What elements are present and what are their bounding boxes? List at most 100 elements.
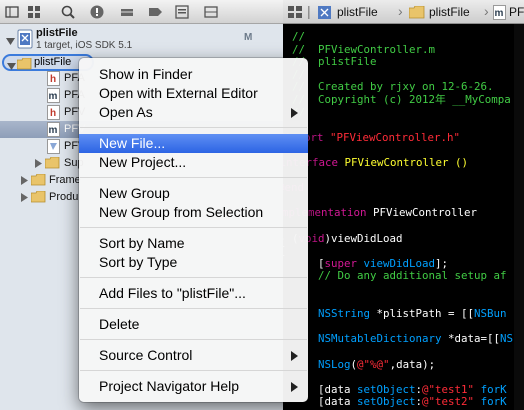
menu-item-new-project[interactable]: New Project... — [79, 153, 308, 172]
grid-icon[interactable] — [287, 5, 305, 19]
menu-item-delete[interactable]: Delete — [79, 315, 308, 334]
jump-bar-item[interactable]: plistFile — [337, 5, 378, 19]
context-menu: Show in Finder Open with External Editor O… — [79, 58, 308, 402]
code-token: // Do any additional setup af — [292, 269, 507, 283]
submenu-arrow-icon — [291, 382, 298, 392]
menu-item-label: Sort by Type — [99, 254, 178, 270]
menu-item-label: Sort by Name — [99, 235, 185, 251]
folder-label: Frame — [49, 174, 81, 186]
disclosure-open-icon[interactable] — [7, 58, 16, 70]
menu-separator — [80, 370, 307, 371]
code-token: ,data); — [389, 357, 436, 371]
menu-item-label: Open with External Editor — [99, 85, 258, 101]
implementation-file-icon: m — [493, 5, 506, 20]
menu-item-label: New Group — [99, 185, 170, 201]
jump-bar-item[interactable]: PF — [509, 5, 524, 19]
implementation-file-icon: m — [47, 88, 60, 103]
folder-icon — [408, 5, 425, 19]
log-icon[interactable] — [173, 3, 191, 21]
code-token: PFViewController () — [344, 156, 469, 169]
menu-separator — [80, 127, 307, 128]
search-icon[interactable] — [59, 3, 77, 21]
code-token: *data=[[ — [448, 332, 501, 346]
folder-label: Produ — [49, 191, 79, 203]
code-line: NSLog(@"%@",data); — [292, 357, 435, 373]
menu-item-sort-by-name[interactable]: Sort by Name — [79, 234, 308, 253]
jump-bar-separator: › — [484, 3, 489, 19]
code-token: NSBun — [474, 307, 507, 321]
code-token: @"%@" — [357, 357, 390, 371]
svg-text:h: h — [50, 74, 56, 85]
menu-item-sort-by-type[interactable]: Sort by Type — [79, 253, 308, 272]
debug-icon[interactable] — [118, 3, 136, 21]
project-navigator-icon[interactable] — [3, 3, 21, 21]
code-token: NSString — [318, 307, 377, 321]
source-editor[interactable]: | plistFile › plistFile › m PF //// PFVi… — [283, 0, 524, 410]
editor-scrollbar[interactable] — [514, 24, 524, 410]
svg-text:m: m — [495, 8, 504, 19]
project-name: plistFile — [36, 27, 78, 39]
menu-separator — [80, 177, 307, 178]
folder-icon — [30, 190, 46, 206]
code-token: NSLog — [318, 357, 351, 371]
code-line: // Do any additional setup af — [292, 268, 507, 284]
jump-bar-item[interactable]: plistFile — [429, 5, 470, 19]
menu-item-show-in-finder[interactable]: Show in Finder — [79, 65, 308, 84]
disclosure-closed-icon[interactable] — [20, 176, 29, 185]
code-token: forK — [480, 395, 507, 409]
code-token: )viewDidLoad — [324, 231, 403, 245]
folder-icon — [30, 173, 46, 189]
submenu-arrow-icon — [291, 108, 298, 118]
svg-text:m: m — [49, 91, 58, 102]
symbol-navigator-icon[interactable] — [25, 3, 43, 21]
code-token: NS — [500, 332, 514, 346]
menu-item-label: Show in Finder — [99, 66, 193, 82]
jump-bar-separator: › — [398, 3, 403, 19]
menu-item-label: Delete — [99, 316, 140, 332]
code-line: // Copyright (c) 2012年 __MyCompa — [292, 92, 511, 108]
grid-icon[interactable] — [202, 3, 220, 21]
breakpoint-icon[interactable] — [146, 3, 164, 21]
code-token: "PFViewController.h" — [330, 130, 461, 144]
project-row[interactable]: plistFile 1 target, iOS SDK 5.1 — [0, 26, 283, 54]
menu-separator — [80, 339, 307, 340]
menu-item-new-group[interactable]: New Group — [79, 184, 308, 203]
code-token: NSMutableDictionary — [318, 332, 449, 346]
code-token: setObject — [357, 395, 416, 409]
menu-item-project-navigator-help[interactable]: Project Navigator Help — [79, 377, 308, 396]
menu-item-new-group-from-selection[interactable]: New Group from Selection — [79, 203, 308, 222]
menu-item-add-files-to-plistfile[interactable]: Add Files to "plistFile"... — [79, 284, 308, 303]
menu-separator — [80, 227, 307, 228]
jump-bar: | plistFile › plistFile › m PF — [283, 0, 524, 24]
header-file-icon: h — [47, 71, 60, 86]
code-token: @"test2" — [422, 395, 481, 409]
header-file-icon: h — [47, 105, 60, 120]
project-subtitle: 1 target, iOS SDK 5.1 — [36, 40, 133, 51]
disclosure-closed-icon[interactable] — [34, 159, 43, 168]
warning-icon[interactable] — [88, 3, 106, 21]
menu-separator — [80, 277, 307, 278]
code-line: [data setObject:@"test2" forK — [292, 394, 507, 410]
menu-item-open-with-external-editor[interactable]: Open with External Editor — [79, 84, 308, 103]
menu-item-label: Open As — [99, 104, 153, 120]
code-line: NSMutableDictionary *data=[[NS — [292, 331, 513, 347]
folder-icon — [16, 57, 32, 70]
menu-item-source-control[interactable]: Source Control — [79, 346, 308, 365]
menu-item-label: Source Control — [99, 347, 193, 363]
xcode-project-icon — [17, 29, 33, 49]
code-area[interactable]: //// PFViewController.m// plistFile//// … — [283, 24, 524, 410]
code-line: NSString *plistPath = [[NSBun — [292, 306, 507, 322]
project-file-icon — [317, 5, 335, 20]
code-line: #import "PFViewController.h" — [283, 130, 460, 146]
navigator-toolbar — [0, 0, 283, 24]
interface-file-icon — [47, 139, 60, 154]
disclosure-closed-icon[interactable] — [20, 193, 29, 202]
code-line: @implementation PFViewController — [283, 205, 477, 221]
menu-item-label: New File... — [99, 135, 166, 151]
code-token: *plistPath = [[ — [376, 307, 475, 321]
menu-item-open-as[interactable]: Open As — [79, 103, 308, 122]
menu-item-new-file[interactable]: New File... — [79, 134, 308, 153]
jump-bar-separator: | — [307, 3, 311, 19]
disclosure-open-icon[interactable] — [6, 33, 15, 45]
menu-item-label: New Project... — [99, 154, 187, 170]
